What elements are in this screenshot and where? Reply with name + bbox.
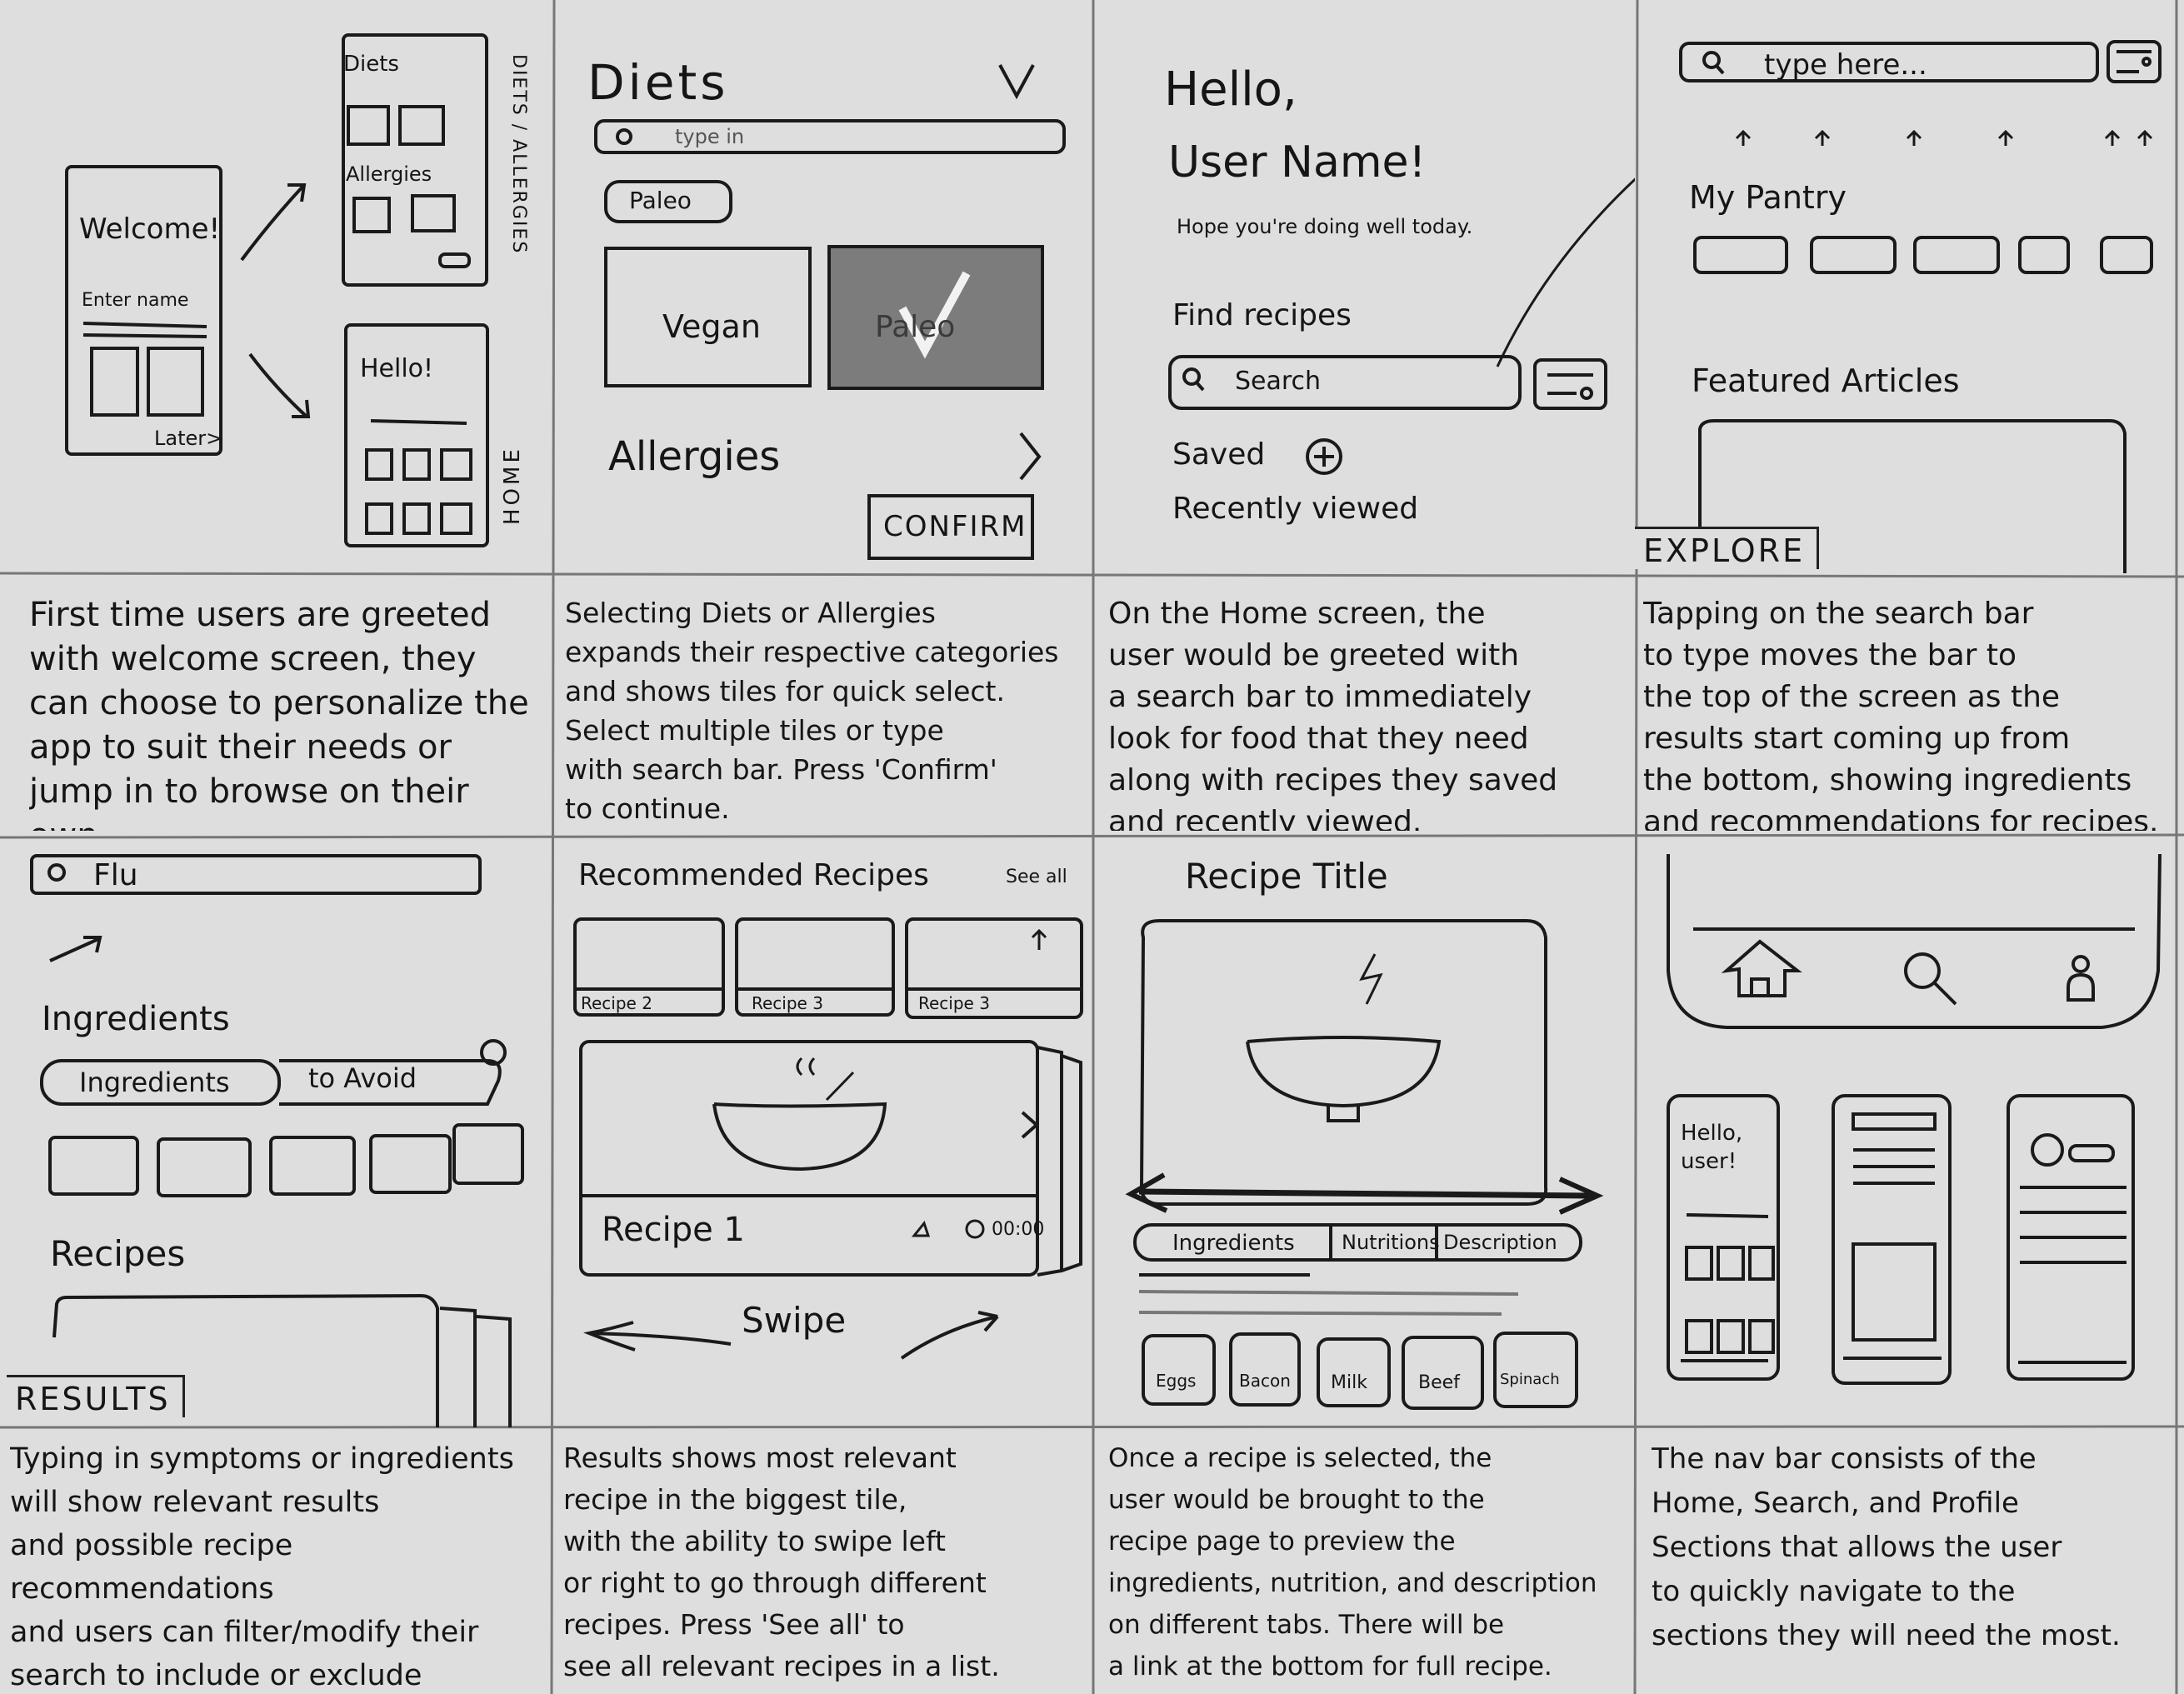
see-all-link[interactable]: See all xyxy=(1006,867,1067,887)
allergies-mini-label: Allergies xyxy=(346,162,432,186)
star-icon[interactable] xyxy=(912,1219,932,1239)
hello-greeting: Hello, xyxy=(1164,62,1297,117)
diets-search-input[interactable] xyxy=(596,121,1064,152)
ingredients-tab[interactable]: Ingredients xyxy=(79,1067,230,1098)
caption-panel-6: Results shows most relevant recipe in th… xyxy=(563,1442,1000,1682)
swipe-label: Swipe xyxy=(742,1300,847,1341)
to-avoid-tab[interactable]: to Avoid xyxy=(308,1062,417,1094)
ingredients-heading: Ingredients xyxy=(42,1000,230,1038)
caption-panel-2: Selecting Diets or Allergies expands the… xyxy=(565,597,1059,825)
hello-user-mini: Hello, user! xyxy=(1681,1121,1743,1174)
caption-panel-3: On the Home screen, the user would be gr… xyxy=(1108,597,1558,831)
explore-filter-icon[interactable] xyxy=(2108,42,2160,82)
recipe-1-label: Recipe 1 xyxy=(602,1211,745,1249)
panel-home: Hello, User Name! Hope you're doing well… xyxy=(1093,0,1635,573)
home-search-input[interactable] xyxy=(1170,357,1520,408)
add-saved-icon[interactable] xyxy=(1307,440,1341,473)
featured-articles-heading: Featured Articles xyxy=(1692,362,1960,399)
home-side-label: HOME xyxy=(500,446,525,525)
nutritions-tab[interactable]: Nutritions xyxy=(1342,1231,1440,1254)
welcome-heading: Welcome! xyxy=(79,212,221,246)
paleo-chip[interactable]: Paleo xyxy=(629,187,692,214)
diets-mini-label: Diets xyxy=(343,52,399,77)
recipes-heading: Recipes xyxy=(50,1233,186,1274)
recipe-time: 00:00 xyxy=(992,1219,1045,1240)
caption-panel-1: First time users are greeted with welcom… xyxy=(29,596,529,831)
vegan-tile-label[interactable]: Vegan xyxy=(662,308,761,345)
ingredient-eggs[interactable]: Eggs xyxy=(1156,1371,1196,1391)
caption-panel-5: Typing in symptoms or ingredients will s… xyxy=(10,1442,514,1692)
diets-title: Diets xyxy=(587,54,729,111)
allergies-heading[interactable]: Allergies xyxy=(608,433,780,480)
panel-recipe-page: Recipe Title Ingredients Nutritions Desc… xyxy=(1093,837,1635,1427)
caption-panel-8: The nav bar consists of the Home, Search… xyxy=(1652,1442,2121,1652)
explore-search-text: type here... xyxy=(1764,48,1927,82)
ingredient-spinach[interactable]: Spinach xyxy=(1500,1371,1560,1388)
diets-allergies-side-label: DIETS / ALLERGIES xyxy=(508,54,529,255)
caption-panel-4: Tapping on the search bar to type moves … xyxy=(1643,597,2159,831)
explore-tag: EXPLORE xyxy=(1635,527,1820,569)
recipe-title: Recipe Title xyxy=(1185,856,1388,897)
caption-panel-7: Once a recipe is selected, the user woul… xyxy=(1108,1443,1597,1682)
confirm-button[interactable]: CONFIRM xyxy=(883,510,1027,543)
hello-mini-label: Hello! xyxy=(360,354,434,383)
later-link[interactable]: Later> xyxy=(154,427,222,450)
clock-icon xyxy=(965,1219,985,1239)
description-tab[interactable]: Description xyxy=(1443,1231,1557,1254)
recipe-image xyxy=(1143,921,1546,1204)
recipe-3-label: Recipe 3 xyxy=(752,993,823,1013)
panel-welcome-sketch xyxy=(65,33,489,547)
recipe-2-label: Recipe 2 xyxy=(581,993,652,1013)
nav-profile-icon[interactable] xyxy=(2064,954,2097,1004)
find-recipes-label: Find recipes xyxy=(1172,298,1352,332)
nav-search-icon[interactable] xyxy=(1902,950,1960,1008)
user-name-greeting: User Name! xyxy=(1168,137,1427,187)
saved-section[interactable]: Saved xyxy=(1172,437,1265,472)
results-search-text: Flu xyxy=(93,858,138,892)
storyboard-sheet: Welcome! Enter name Later> Diets Allergi… xyxy=(0,0,2184,1694)
panel-explore: type here... My Pantry Featured Articles… xyxy=(1635,0,2177,573)
filter-icon[interactable] xyxy=(1535,360,1606,408)
results-tag: RESULTS xyxy=(7,1375,185,1417)
recommended-recipes-heading: Recommended Recipes xyxy=(578,858,929,892)
panel-results: Flu Ingredients Ingredients to Avoid Rec… xyxy=(0,837,552,1427)
nav-home-icon[interactable] xyxy=(1722,937,1802,1000)
paleo-tile-label: Paleo xyxy=(875,310,956,344)
ingredient-milk[interactable]: Milk xyxy=(1331,1372,1367,1393)
panel-diets: Diets type in Paleo Vegan Paleo Allergie… xyxy=(554,0,1093,573)
panel-welcome: Welcome! Enter name Later> Diets Allergi… xyxy=(0,0,554,573)
ingredient-beef[interactable]: Beef xyxy=(1418,1372,1460,1393)
enter-name-label: Enter name xyxy=(82,290,189,311)
home-subtitle: Hope you're doing well today. xyxy=(1177,215,1473,238)
recently-viewed-section[interactable]: Recently viewed xyxy=(1172,492,1418,526)
ingredients-tab-recipe[interactable]: Ingredients xyxy=(1172,1231,1295,1256)
my-pantry-heading: My Pantry xyxy=(1689,179,1847,216)
panel-nav-bar: Hello, user! xyxy=(1635,837,2177,1427)
recipe-3b-label: Recipe 3 xyxy=(918,993,990,1013)
home-search-placeholder: Search xyxy=(1235,367,1322,396)
panel-recommended: Recommended Recipes See all Recipe 2 Rec… xyxy=(552,837,1093,1427)
ingredient-bacon[interactable]: Bacon xyxy=(1239,1371,1291,1391)
diets-search-placeholder: type in xyxy=(675,125,745,148)
